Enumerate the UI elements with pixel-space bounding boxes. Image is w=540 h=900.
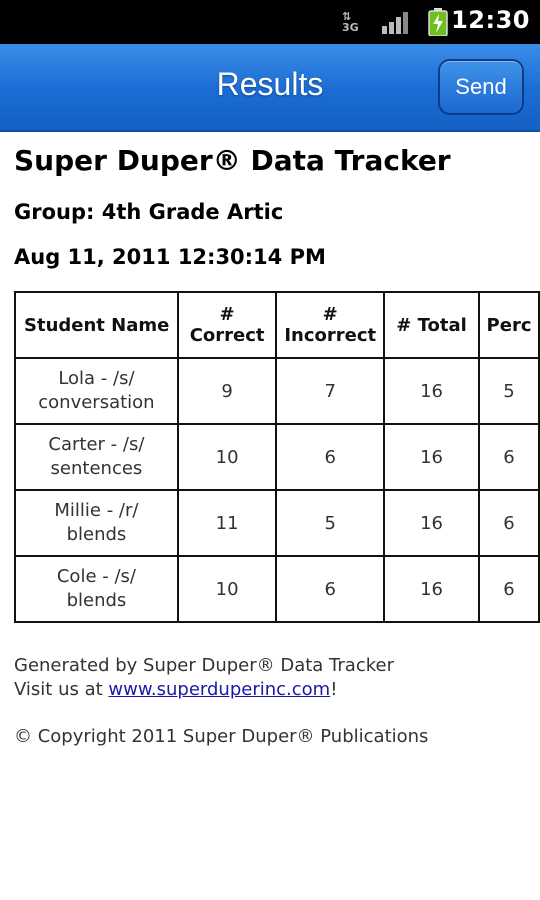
table-row: Cole - /s/ blends 10 6 16 6 — [14, 555, 540, 623]
table-header-row: Student Name # Correct # Incorrect # Tot… — [14, 291, 540, 359]
student-name-cell: Millie - /r/ blends — [14, 489, 179, 557]
header-correct-line2: Correct — [189, 325, 265, 346]
visit-prefix: Visit us at — [14, 679, 109, 700]
total-cell: 16 — [383, 357, 481, 425]
group-label: Group: 4th Grade Artic — [14, 200, 284, 224]
correct-cell: 10 — [176, 423, 278, 491]
network-type-icon: ⇅ 3G — [342, 10, 359, 34]
copyright-text: © Copyright 2011 Super Duper® Publicatio… — [14, 726, 429, 747]
total-cell: 16 — [383, 489, 481, 557]
report-heading: Super Duper® Data Tracker — [14, 144, 451, 177]
website-link[interactable]: www.superduperinc.com — [108, 679, 330, 700]
table-row: Millie - /r/ blends 11 5 16 6 — [14, 489, 540, 557]
student-name: Cole - /s/ — [56, 566, 136, 587]
header-total: # Total — [383, 291, 481, 359]
incorrect-cell: 7 — [275, 357, 386, 425]
student-target: conversation — [38, 392, 155, 413]
footer-credits: Generated by Super Duper® Data Tracker V… — [14, 654, 394, 702]
title-bar: Results Send — [0, 44, 540, 132]
student-target: sentences — [50, 458, 143, 479]
percent-cell: 6 — [478, 489, 540, 557]
student-name: Lola - /s/ — [58, 368, 135, 389]
incorrect-cell: 6 — [275, 423, 386, 491]
incorrect-cell: 5 — [275, 489, 386, 557]
header-incorrect: # Incorrect — [275, 291, 386, 359]
report-date: Aug 11, 2011 12:30:14 PM — [14, 245, 326, 269]
correct-cell: 10 — [176, 555, 278, 623]
results-table: Student Name # Correct # Incorrect # Tot… — [14, 291, 540, 623]
header-correct-line1: # — [219, 304, 235, 325]
send-button[interactable]: Send — [438, 59, 524, 115]
header-student-name: Student Name — [14, 291, 179, 359]
header-percent: Perc — [478, 291, 540, 359]
total-cell: 16 — [383, 423, 481, 491]
total-cell: 16 — [383, 555, 481, 623]
student-name: Carter - /s/ — [48, 434, 145, 455]
correct-cell: 9 — [176, 357, 278, 425]
percent-cell: 5 — [478, 357, 540, 425]
visit-line: Visit us at www.superduperinc.com! — [14, 678, 394, 702]
status-bar: ⇅ 3G 12:30 — [0, 0, 540, 44]
header-incorrect-line2: Incorrect — [284, 325, 377, 346]
percent-cell: 6 — [478, 555, 540, 623]
student-target: blends — [66, 524, 127, 545]
correct-cell: 11 — [176, 489, 278, 557]
student-name-cell: Carter - /s/ sentences — [14, 423, 179, 491]
signal-strength-icon — [382, 12, 408, 34]
student-target: blends — [66, 590, 127, 611]
header-correct: # Correct — [176, 291, 278, 359]
percent-cell: 6 — [478, 423, 540, 491]
student-name-cell: Cole - /s/ blends — [14, 555, 179, 623]
clock: 12:30 — [451, 6, 530, 34]
table-row: Carter - /s/ sentences 10 6 16 6 — [14, 423, 540, 491]
incorrect-cell: 6 — [275, 555, 386, 623]
generated-by-text: Generated by Super Duper® Data Tracker — [14, 655, 394, 676]
table-row: Lola - /s/ conversation 9 7 16 5 — [14, 357, 540, 425]
header-incorrect-line1: # — [322, 304, 338, 325]
student-name: Millie - /r/ — [54, 500, 139, 521]
visit-suffix: ! — [330, 679, 338, 700]
battery-charging-icon — [428, 8, 448, 36]
student-name-cell: Lola - /s/ conversation — [14, 357, 179, 425]
